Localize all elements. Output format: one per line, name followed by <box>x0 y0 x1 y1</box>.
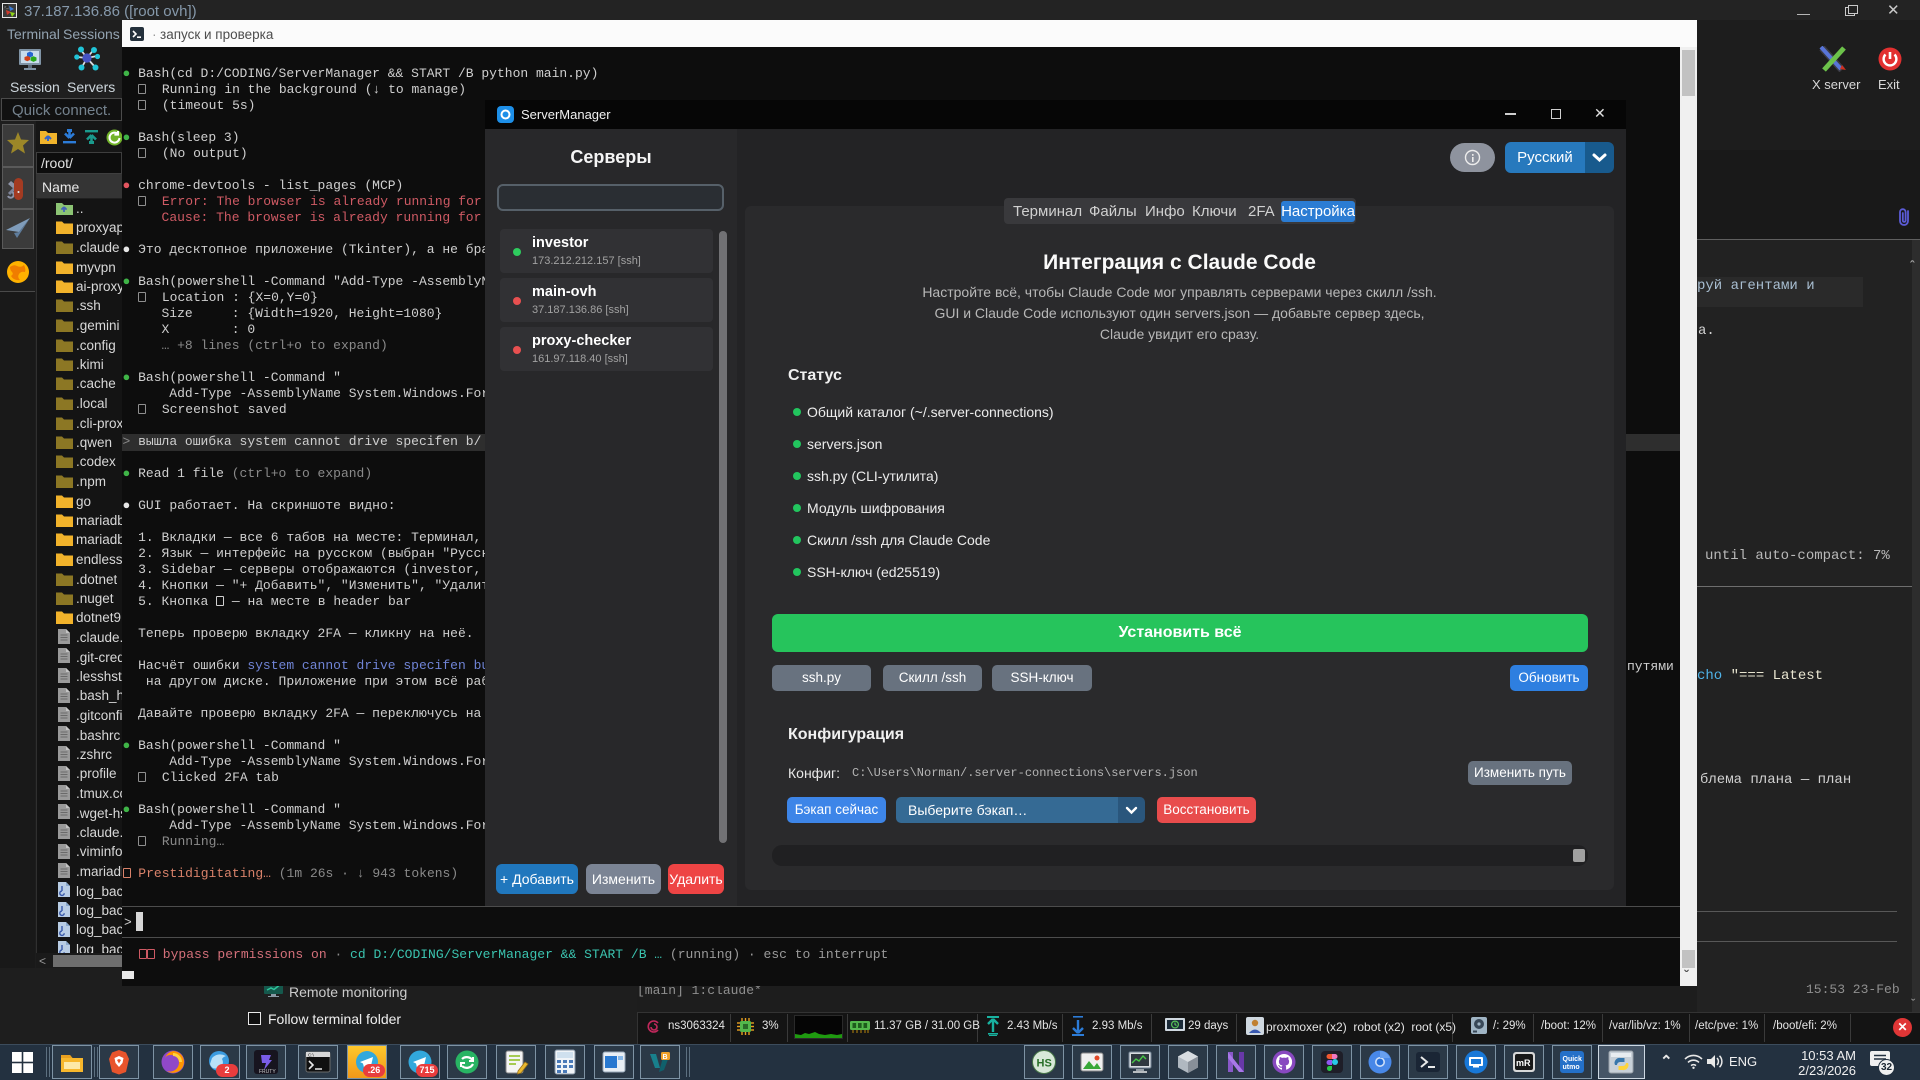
svg-text:HS: HS <box>1037 1058 1052 1070</box>
svg-text:FRUTY: FRUTY <box>259 1069 276 1075</box>
svg-text:B: B <box>663 1054 668 1061</box>
svg-text:>_: >_ <box>4 4 9 9</box>
svg-text:mR: mR <box>1516 1058 1531 1068</box>
svg-text:C:\: C:\ <box>308 1053 315 1058</box>
svg-text:Quick: Quick <box>1563 1056 1583 1063</box>
svg-text:utmo: utmo <box>1563 1064 1580 1071</box>
